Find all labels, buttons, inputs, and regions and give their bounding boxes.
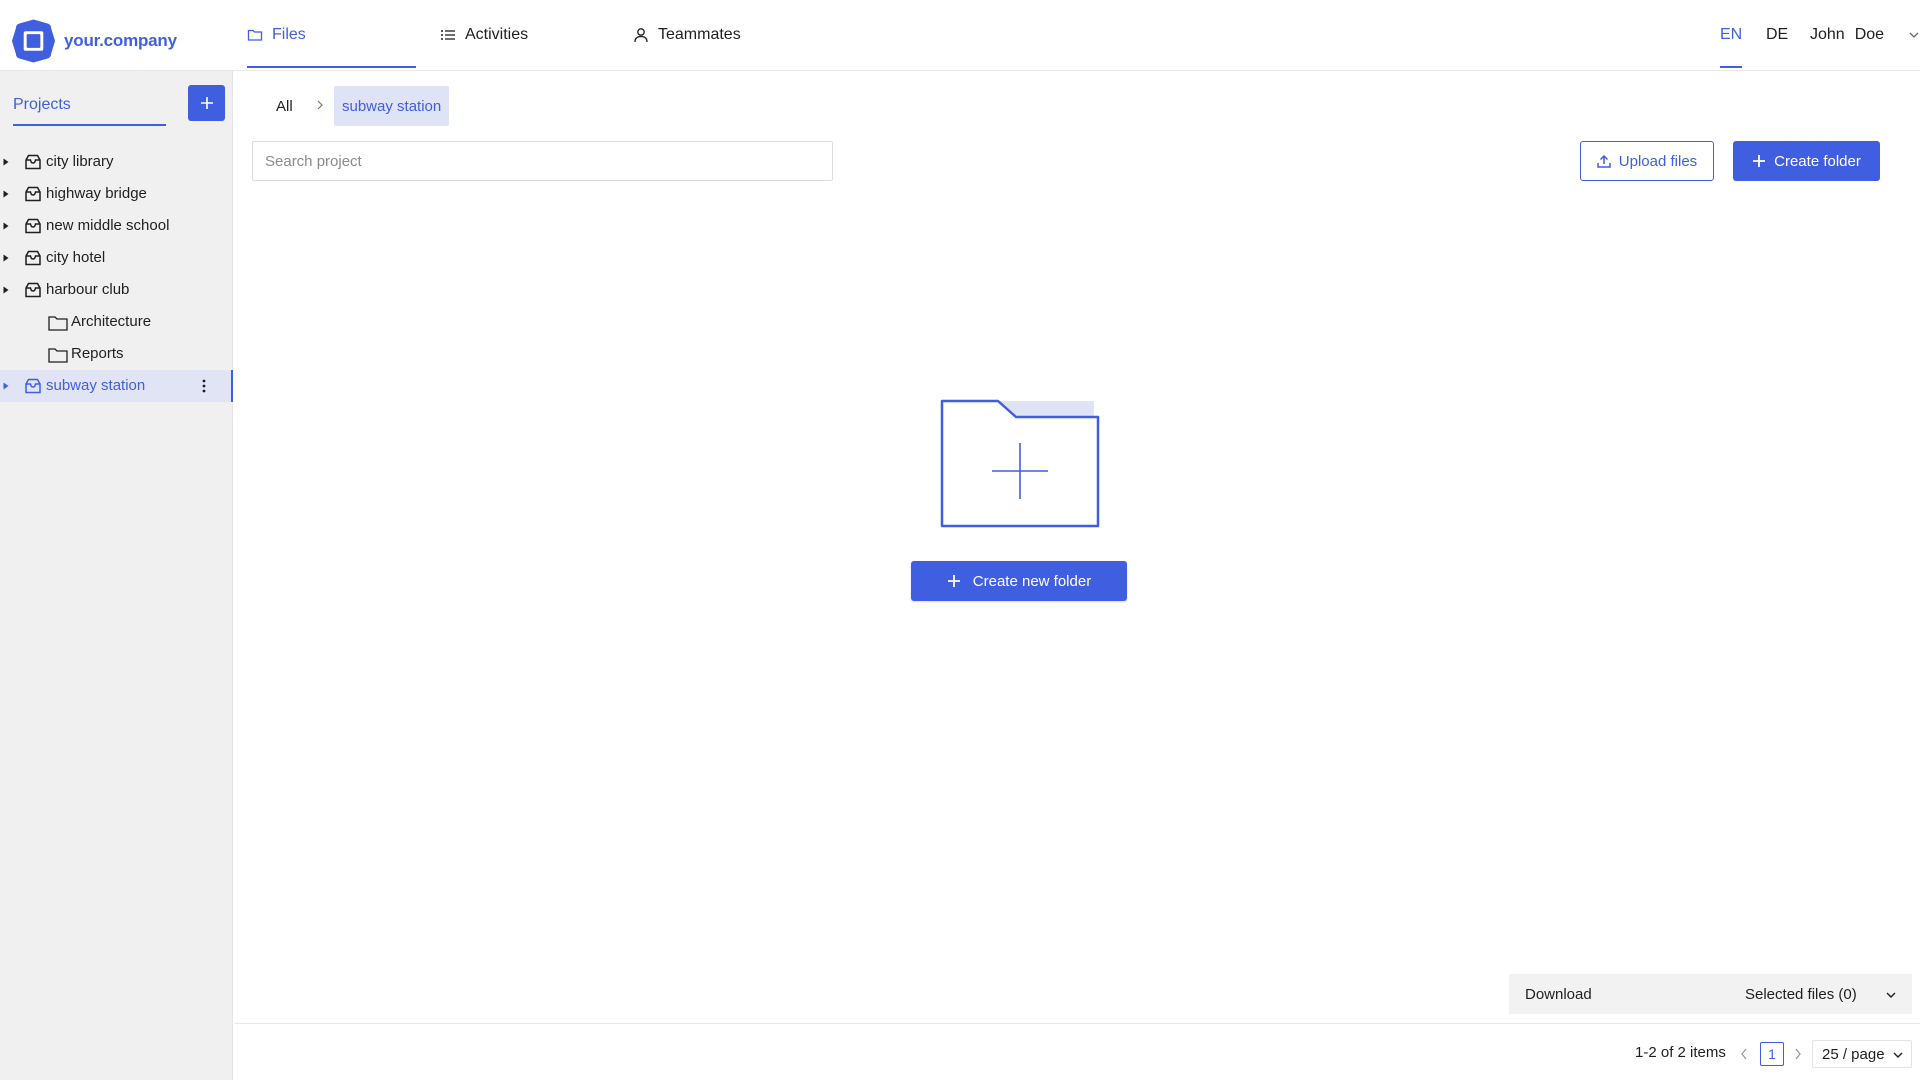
tab-activities[interactable]: Activities bbox=[440, 0, 528, 70]
folder-icon bbox=[247, 29, 263, 41]
project-label: new middle school bbox=[46, 217, 170, 234]
caret-right-icon[interactable] bbox=[2, 286, 10, 294]
pagination-bar: 1-2 of 2 items 1 25 / page bbox=[234, 1023, 1920, 1080]
user-first-name: John bbox=[1810, 26, 1845, 43]
user-icon bbox=[634, 28, 648, 43]
create-folder-label: Create folder bbox=[1774, 152, 1861, 170]
inbox-icon bbox=[25, 186, 41, 202]
project-label: city library bbox=[46, 153, 114, 170]
chevron-down-icon bbox=[1893, 1052, 1903, 1058]
folder-label: Reports bbox=[71, 345, 124, 362]
caret-right-icon[interactable] bbox=[2, 254, 10, 262]
folder-plus-icon bbox=[940, 399, 1100, 528]
inbox-icon bbox=[25, 218, 41, 234]
project-label: harbour club bbox=[46, 281, 130, 298]
tab-activities-label: Activities bbox=[465, 26, 529, 43]
tab-projects-underline bbox=[13, 124, 166, 126]
brand-name: your.company bbox=[64, 31, 177, 50]
project-tree: city library highway bridge new middle s… bbox=[0, 146, 233, 402]
tab-teammates-label: Teammates bbox=[658, 26, 741, 43]
create-new-folder-button[interactable]: Create new folder bbox=[911, 561, 1127, 601]
folder-label: Architecture bbox=[71, 313, 152, 330]
project-item-new-middle-school[interactable]: new middle school bbox=[0, 210, 233, 242]
plus-icon bbox=[200, 97, 213, 109]
upload-files-button[interactable]: Upload files bbox=[1580, 141, 1714, 181]
folder-icon bbox=[48, 348, 68, 363]
project-label: highway bridge bbox=[46, 185, 147, 202]
project-label: subway station bbox=[46, 377, 146, 394]
plus-icon bbox=[1753, 155, 1766, 167]
tab-files[interactable]: Files bbox=[247, 0, 416, 70]
tab-projects[interactable]: Projects bbox=[13, 96, 71, 114]
project-item-highway-bridge[interactable]: highway bridge bbox=[0, 178, 233, 210]
tab-teammates[interactable]: Teammates bbox=[633, 0, 741, 70]
list-icon bbox=[441, 30, 455, 40]
page-number[interactable]: 1 bbox=[1760, 1042, 1784, 1066]
language-de[interactable]: DE bbox=[1766, 0, 1788, 70]
inbox-icon bbox=[25, 154, 41, 170]
add-project-button[interactable] bbox=[188, 85, 225, 121]
top-bar: your.company Files Activities Teammates … bbox=[0, 0, 1920, 71]
breadcrumb-all[interactable]: All bbox=[266, 86, 303, 126]
caret-right-icon[interactable] bbox=[2, 190, 10, 198]
project-item-city-library[interactable]: city library bbox=[0, 146, 233, 178]
company-logo-icon bbox=[11, 19, 56, 63]
chevron-down-icon bbox=[1909, 32, 1919, 38]
inbox-icon bbox=[25, 378, 41, 394]
user-last-name: Doe bbox=[1854, 26, 1885, 43]
chevron-left-icon[interactable] bbox=[1740, 1048, 1748, 1060]
caret-right-icon[interactable] bbox=[2, 222, 10, 230]
more-vertical-icon[interactable] bbox=[200, 378, 208, 394]
plus-icon bbox=[947, 575, 960, 587]
project-label: city hotel bbox=[46, 249, 106, 266]
download-bar: Download Selected files (0) bbox=[1509, 974, 1912, 1014]
page-size-select[interactable]: 25 / page bbox=[1812, 1040, 1912, 1068]
sidebar: Projects city library highway bridge new… bbox=[0, 71, 233, 1080]
chevron-right-icon bbox=[317, 100, 323, 110]
user-menu[interactable]: John Doe bbox=[1810, 0, 1920, 70]
create-folder-button[interactable]: Create folder bbox=[1733, 141, 1880, 181]
tab-files-label: Files bbox=[272, 26, 306, 43]
inbox-icon bbox=[25, 250, 41, 266]
logo[interactable]: your.company bbox=[10, 17, 177, 65]
main-content: All subway station Upload files Create f… bbox=[234, 71, 1920, 1080]
selected-files-count: Selected files (0) bbox=[1745, 985, 1857, 1003]
chevron-right-icon[interactable] bbox=[1794, 1048, 1802, 1060]
breadcrumb-current[interactable]: subway station bbox=[334, 86, 450, 126]
pagination-info: 1-2 of 2 items bbox=[1635, 1044, 1726, 1061]
folder-item-reports[interactable]: Reports bbox=[0, 338, 233, 370]
language-en[interactable]: EN bbox=[1720, 0, 1743, 70]
download-button[interactable]: Download bbox=[1525, 986, 1592, 1003]
create-new-folder-label: Create new folder bbox=[972, 572, 1092, 590]
folder-item-architecture[interactable]: Architecture bbox=[0, 306, 233, 338]
project-item-subway-station[interactable]: subway station bbox=[0, 370, 233, 402]
search-input[interactable] bbox=[252, 141, 833, 181]
page-size-value: 25 / page bbox=[1822, 1045, 1885, 1063]
caret-right-icon[interactable] bbox=[2, 382, 10, 390]
upload-files-label: Upload files bbox=[1618, 152, 1698, 170]
project-item-city-hotel[interactable]: city hotel bbox=[0, 242, 233, 274]
folder-icon bbox=[48, 316, 68, 331]
caret-right-icon[interactable] bbox=[2, 158, 10, 166]
inbox-icon bbox=[25, 282, 41, 298]
upload-icon bbox=[1597, 154, 1611, 168]
project-item-harbour-club[interactable]: harbour club bbox=[0, 274, 233, 306]
chevron-down-icon[interactable] bbox=[1885, 990, 1897, 1000]
